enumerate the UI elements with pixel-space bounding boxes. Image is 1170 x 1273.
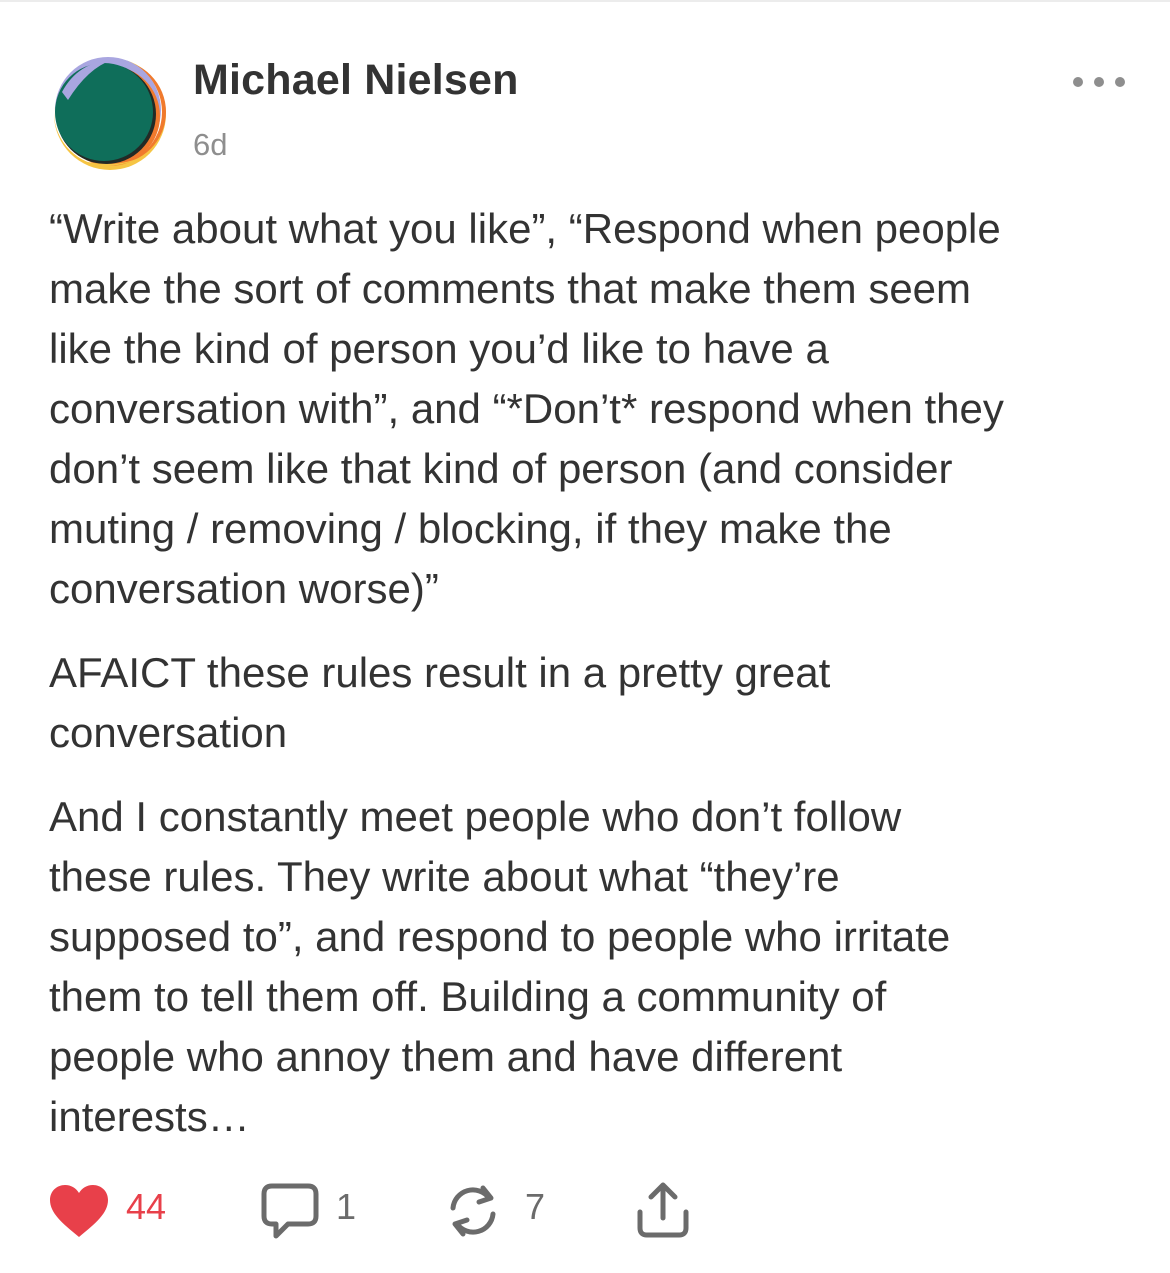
avatar-image [54, 57, 166, 170]
more-options-button[interactable] [1064, 62, 1130, 98]
restack-button[interactable]: 7 [443, 1180, 553, 1240]
comment-count: 1 [336, 1186, 357, 1227]
share-icon [637, 1182, 689, 1238]
post-timestamp: 6d [193, 127, 228, 162]
heart-icon [50, 1185, 108, 1237]
post-card: Michael Nielsen 6d “Write about what you… [0, 0, 1170, 1273]
comment-bubble-icon [261, 1183, 319, 1239]
post-paragraph: “Write about what you like”, “Respond wh… [49, 205, 1004, 612]
like-count: 44 [126, 1186, 167, 1227]
post-paragraph: And I constantly meet people who don’t f… [49, 793, 951, 1140]
like-button[interactable]: 44 [48, 1180, 188, 1240]
author-name[interactable]: Michael Nielsen [193, 56, 519, 105]
post-paragraph: AFAICT these rules result in a pretty gr… [49, 649, 831, 756]
post-actions-bar: 44 1 7 [48, 1180, 748, 1240]
more-dots-icon [1073, 77, 1125, 87]
restack-arrows-icon [450, 1185, 496, 1237]
post-body: “Write about what you like”, “Respond wh… [49, 199, 1139, 1171]
share-button[interactable] [632, 1180, 694, 1240]
avatar[interactable] [48, 52, 168, 172]
comment-button[interactable]: 1 [260, 1180, 370, 1240]
restack-count: 7 [525, 1186, 546, 1227]
